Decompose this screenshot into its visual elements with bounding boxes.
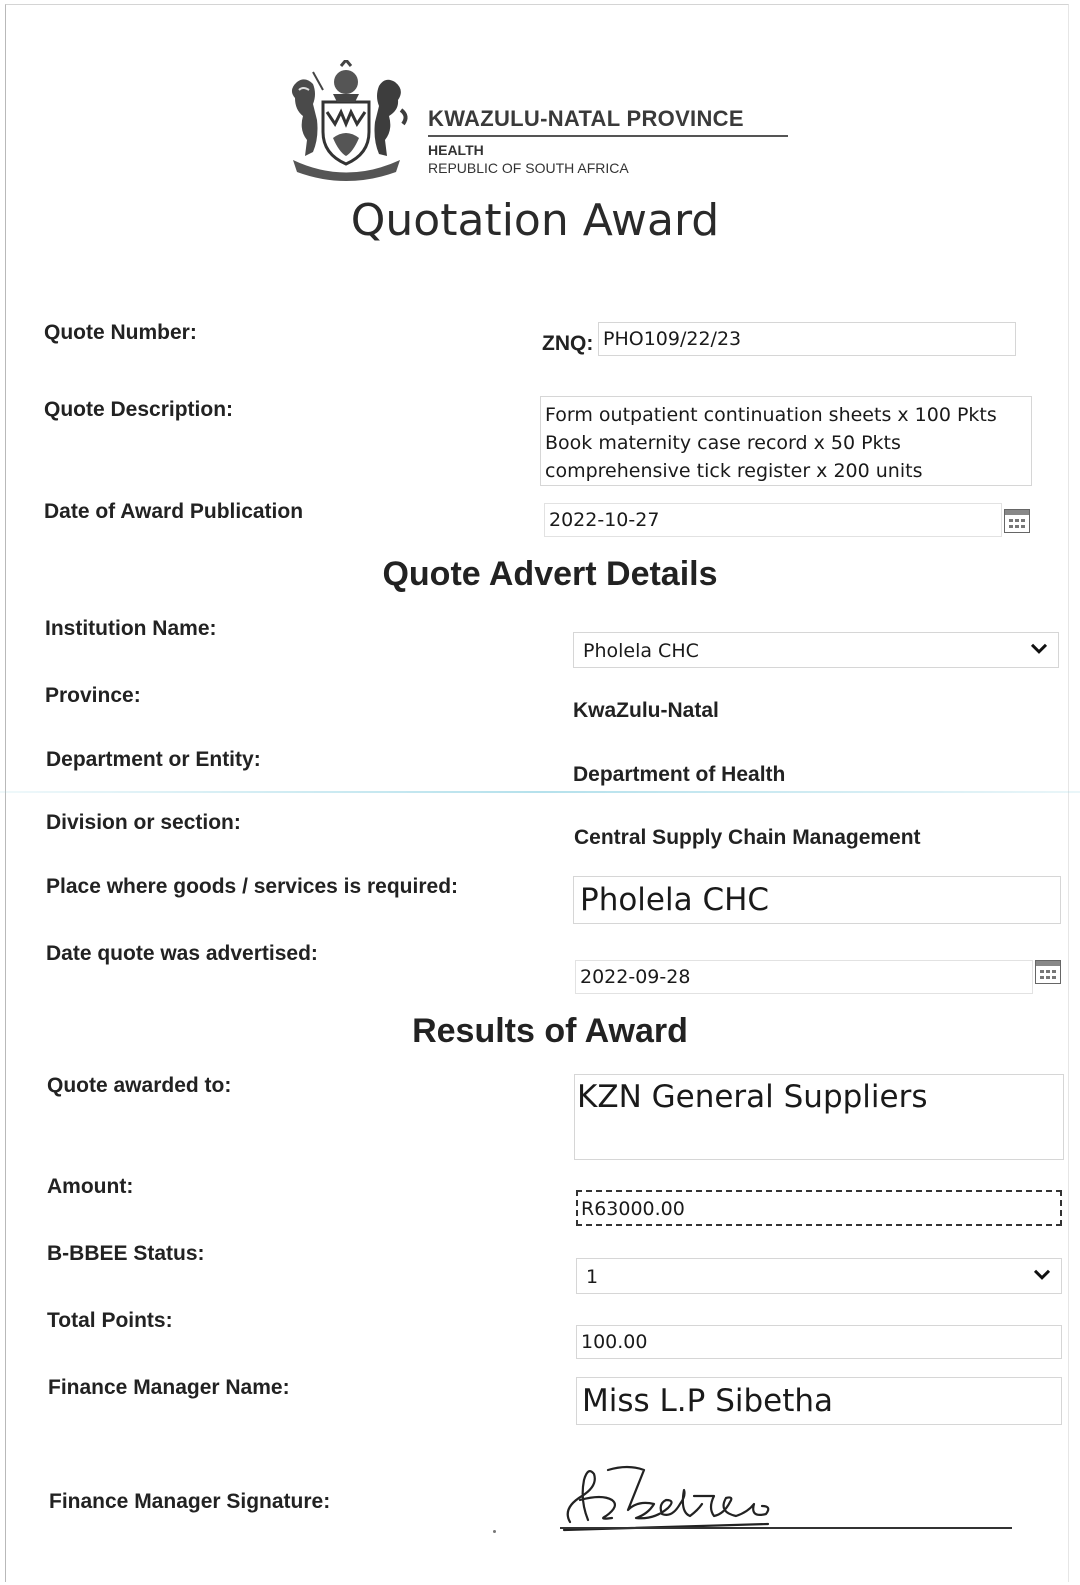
amount-label: Amount: [47,1175,134,1198]
quote-description-label: Quote Description: [44,398,234,421]
department-label: Department or Entity: [46,748,261,771]
points-value: 100.00 [581,1331,648,1353]
place-value: Pholela CHC [580,882,770,918]
coat-of-arms-icon [291,60,408,181]
scan-speck [493,1530,496,1533]
description-line: Form outpatient continuation sheets x 10… [545,404,997,426]
province-value: KwaZulu-Natal [573,699,719,722]
page-title-text: Quotation Award [350,195,720,246]
signature-label: Finance Manager Signature: [49,1490,331,1513]
scan-artifact [0,791,1080,793]
institution-value: Pholela CHC [583,640,699,662]
handwritten-signature [562,1465,770,1532]
bbbee-value: 1 [586,1266,599,1288]
institution-label: Institution Name: [45,617,217,640]
advertised-date-field[interactable]: 2022-09-28 [575,960,1033,994]
org-name: KWAZULU-NATAL PROVINCE [428,106,788,137]
points-label: Total Points: [47,1309,173,1332]
description-line: comprehensive tick register x 200 units [545,460,923,482]
bbbee-select[interactable]: 1 [576,1258,1062,1294]
awarded-field[interactable]: KZN General Suppliers [574,1074,1064,1160]
manager-label: Finance Manager Name: [48,1376,290,1399]
chevron-down-icon [1030,643,1048,654]
quote-number-label: Quote Number: [44,321,197,344]
division-value: Central Supply Chain Management [574,826,921,849]
org-country: REPUBLIC OF SOUTH AFRICA [428,160,629,176]
points-field[interactable]: 100.00 [576,1325,1062,1359]
award-date-value: 2022-10-27 [549,509,660,531]
signature-line [560,1527,1012,1529]
advertised-date-value: 2022-09-28 [580,966,691,988]
division-label: Division or section: [46,811,241,834]
org-department: HEALTH [428,142,484,158]
quote-number-prefix: ZNQ: [542,332,594,355]
advertised-label: Date quote was advertised: [46,942,318,965]
description-line: Book maternity case record x 50 Pkts [545,432,901,454]
quote-description-field[interactable]: Form outpatient continuation sheets x 10… [540,396,1032,486]
award-date-label: Date of Award Publication [44,500,304,523]
place-label: Place where goods / services is required… [46,875,459,898]
awarded-label: Quote awarded to: [47,1074,232,1097]
page-title: Quotation Award [0,195,1080,246]
manager-value: Miss L.P Sibetha [582,1383,834,1419]
institution-select[interactable]: Pholela CHC [573,632,1059,668]
amount-field[interactable]: R63000.00 [576,1190,1062,1226]
quote-number-value: PHO109/22/23 [603,328,742,350]
province-label: Province: [45,684,141,707]
calendar-icon[interactable] [1004,509,1030,533]
org-block: KWAZULU-NATAL PROVINCE HEALTH REPUBLIC O… [428,106,788,176]
bbbee-label: B-BBEE Status: [47,1242,205,1265]
calendar-icon[interactable] [1035,960,1061,984]
advert-heading: Quote Advert Details [382,555,718,593]
department-value: Department of Health [573,763,786,786]
award-date-field[interactable]: 2022-10-27 [544,503,1002,537]
results-heading: Results of Award [412,1012,688,1050]
amount-value: R63000.00 [581,1198,685,1220]
place-field[interactable]: Pholela CHC [573,876,1061,924]
chevron-down-icon [1033,1269,1051,1280]
awarded-value: KZN General Suppliers [577,1079,928,1115]
quote-number-field[interactable]: PHO109/22/23 [598,322,1016,356]
manager-field[interactable]: Miss L.P Sibetha [576,1377,1062,1425]
